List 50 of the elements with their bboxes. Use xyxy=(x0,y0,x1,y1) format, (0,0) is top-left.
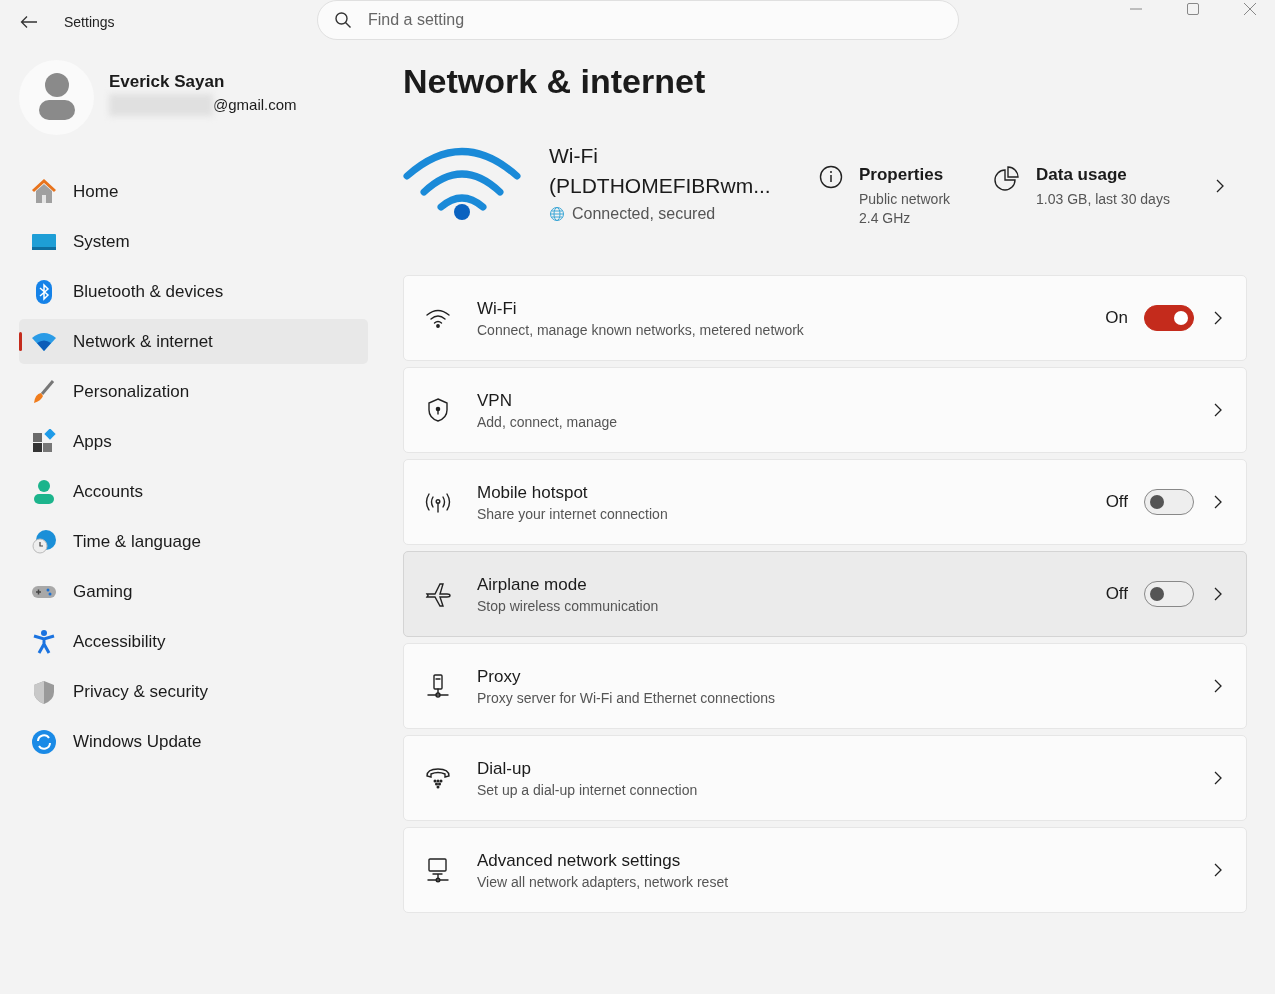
data-usage-link[interactable]: Data usage 1.03 GB, last 30 days xyxy=(994,165,1224,207)
row-description: Set up a dial-up internet connection xyxy=(477,781,699,798)
sidebar-item[interactable]: Accounts xyxy=(19,469,368,514)
settings-row[interactable]: Wi-Fi Connect, manage known networks, metered network On xyxy=(403,275,1247,361)
sidebar-item[interactable]: Time & language xyxy=(19,519,368,564)
toggle-state-label: On xyxy=(1105,308,1128,328)
settings-row[interactable]: Dial-up Set up a dial-up internet connection xyxy=(403,735,1247,821)
account-email: @gmail.com xyxy=(213,96,297,113)
sidebar-item[interactable]: System xyxy=(19,219,368,264)
settings-row[interactable]: VPN Add, connect, manage xyxy=(403,367,1247,453)
settings-row[interactable]: Airplane mode Stop wireless communication Off xyxy=(403,551,1247,637)
row-description: Share your internet connection xyxy=(477,505,669,522)
sidebar-item[interactable]: Windows Update xyxy=(19,719,368,764)
sidebar-item[interactable]: Gaming xyxy=(19,569,368,614)
row-description: Proxy server for Wi-Fi and Ethernet connections xyxy=(477,689,776,706)
toggle-state-label: Off xyxy=(1105,584,1128,604)
settings-row[interactable]: Mobile hotspot Share your internet connection Off xyxy=(403,459,1247,545)
row-title: VPN xyxy=(477,390,513,411)
toggle-state-label: Off xyxy=(1105,492,1128,512)
row-description: View all network adapters, network reset xyxy=(477,873,730,890)
sidebar-item[interactable]: Apps xyxy=(19,419,368,464)
row-title: Mobile hotspot xyxy=(477,482,589,503)
properties-title: Properties xyxy=(859,165,945,185)
row-title: Advanced network settings xyxy=(477,850,682,871)
row-title: Dial-up xyxy=(477,758,532,779)
settings-row[interactable]: Advanced network settings View all network adapters, network reset xyxy=(403,827,1247,913)
sidebar-item[interactable]: Bluetooth & devices xyxy=(19,269,368,314)
row-description: Stop wireless communication xyxy=(477,597,660,614)
property-value: Public network xyxy=(859,191,951,207)
window-title: Settings xyxy=(64,14,115,30)
sidebar-item[interactable]: Personalization xyxy=(19,369,368,414)
property-value: 2.4 GHz xyxy=(859,210,912,226)
row-description: Add, connect, manage xyxy=(477,413,619,430)
search-field[interactable]: Find a setting xyxy=(317,0,959,40)
sidebar-item[interactable]: Accessibility xyxy=(19,619,368,664)
properties-link[interactable]: Properties Public network 2.4 GHz xyxy=(819,165,951,226)
row-title: Airplane mode xyxy=(477,574,588,595)
network-name: Wi-Fi (PLDTHOMEFIBRwm... xyxy=(549,143,772,199)
row-description: Connect, manage known networks, metered network xyxy=(477,321,805,338)
row-title: Wi-Fi xyxy=(477,298,518,319)
connection-status: Connected, secured xyxy=(572,205,716,223)
data-usage-detail: 1.03 GB, last 30 days xyxy=(1036,191,1170,207)
account-name: Everick Sayan xyxy=(109,71,226,92)
data-usage-title: Data usage xyxy=(1036,165,1128,185)
sidebar-item[interactable]: Privacy & security xyxy=(19,669,368,714)
settings-row[interactable]: Proxy Proxy server for Wi-Fi and Ethernet connections xyxy=(403,643,1247,729)
row-title: Proxy xyxy=(477,666,522,687)
sidebar-item[interactable]: Network & internet xyxy=(19,319,368,364)
sidebar-item[interactable]: Home xyxy=(19,169,368,214)
page-title: Network & internet xyxy=(403,62,707,101)
